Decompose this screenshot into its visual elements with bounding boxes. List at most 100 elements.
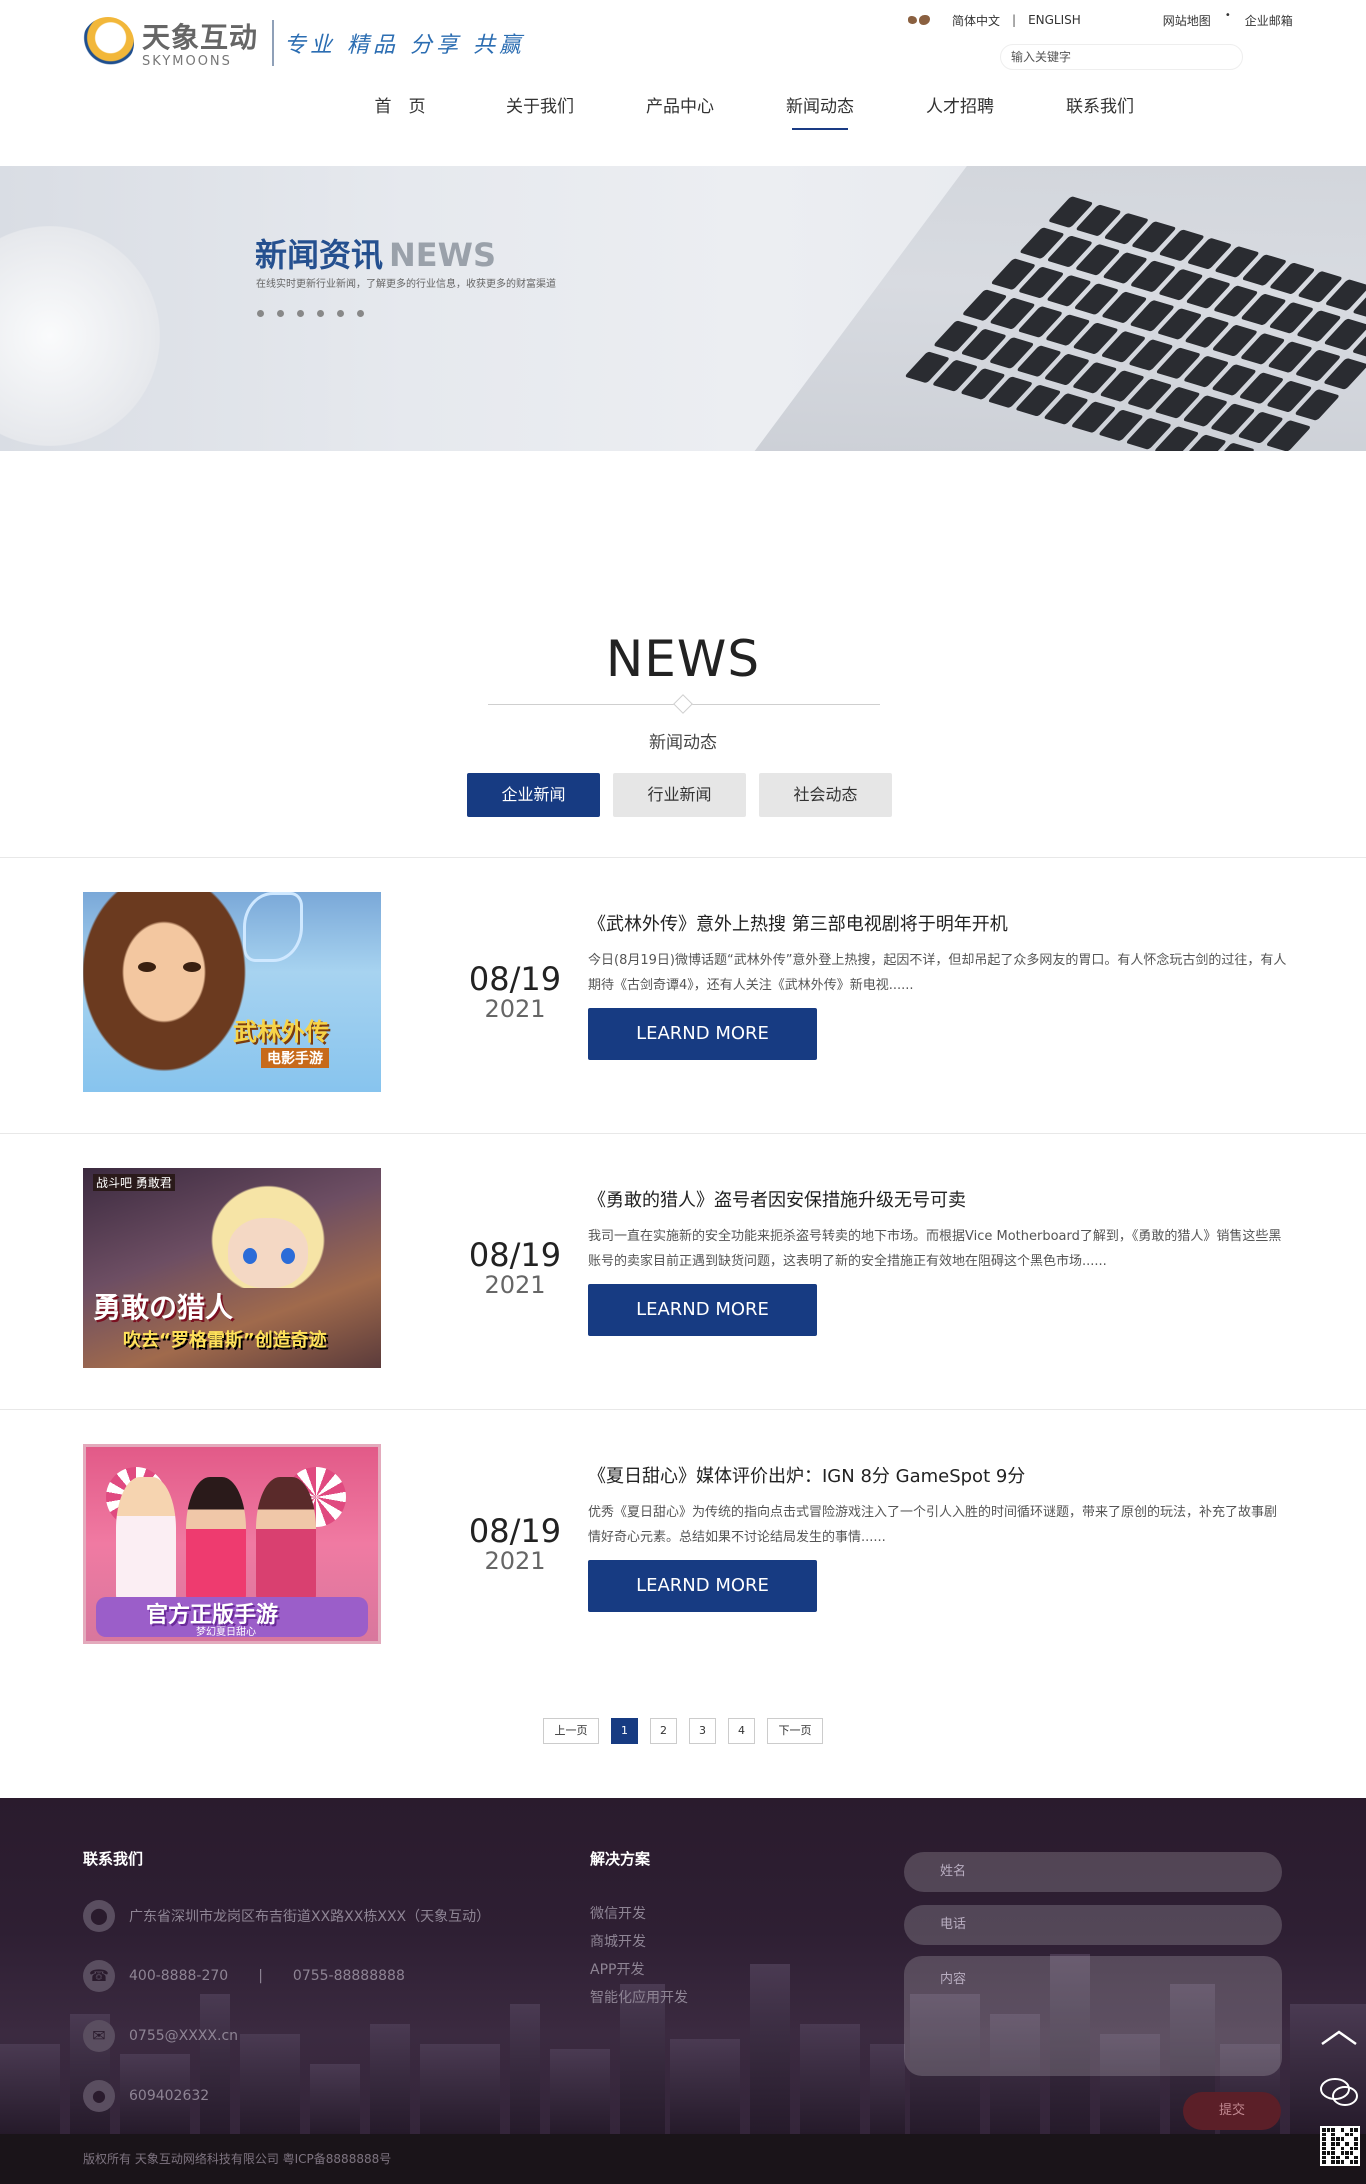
qr-cell <box>1331 2151 1335 2155</box>
pagination: 上一页 1 2 3 4 下一页 <box>543 1718 823 1744</box>
news-date-year: 2021 <box>484 995 546 1023</box>
logo-separator <box>272 19 275 66</box>
phone-field[interactable]: 电话 <box>904 1905 1282 1945</box>
logo[interactable]: 天象互动 SKYMOONS 专业 精品 分享 共赢 <box>82 16 525 69</box>
qr-cell <box>1345 2160 1349 2164</box>
page-button-3[interactable]: 3 <box>689 1718 716 1744</box>
banner-dot <box>277 310 284 317</box>
qr-cell <box>1322 2151 1326 2155</box>
character-face <box>228 1218 308 1288</box>
name-field[interactable]: 姓名 <box>904 1852 1282 1892</box>
qq-icon: ● <box>83 2080 115 2112</box>
qr-cell <box>1354 2132 1358 2137</box>
solution-link[interactable]: 智能化应用开发 <box>590 1984 688 2012</box>
banner-dot <box>337 310 344 317</box>
skyline-building <box>870 2044 905 2134</box>
skyline-building <box>200 1994 230 2134</box>
skyline-building <box>550 2049 610 2134</box>
skyline-building <box>510 2004 540 2134</box>
submit-button[interactable]: 提交 <box>1183 2092 1281 2130</box>
logo-cn: 天象互动 <box>142 21 259 54</box>
footer-solutions-title: 解决方案 <box>590 1850 651 1868</box>
qr-cell <box>1326 2128 1331 2132</box>
news-date-md: 08/19 <box>468 960 562 998</box>
qr-cell <box>1340 2141 1345 2146</box>
solution-link[interactable]: 商城开发 <box>590 1928 688 1956</box>
qr-cell <box>1340 2151 1345 2155</box>
qr-cell <box>1345 2132 1349 2137</box>
page-button-2[interactable]: 2 <box>650 1718 677 1744</box>
skyline-building <box>420 2044 500 2134</box>
prev-page-button[interactable]: 上一页 <box>543 1718 599 1744</box>
qr-cell <box>1335 2128 1340 2132</box>
header: 天象互动 SKYMOONS 专业 精品 分享 共赢 简体中文 | ENGLISH… <box>0 0 1366 166</box>
qr-cell <box>1335 2151 1340 2155</box>
skyline-building <box>240 2034 300 2134</box>
logo-en: SKYMOONS <box>142 54 232 69</box>
qr-cell <box>1322 2141 1326 2146</box>
news-thumbnail[interactable]: 官方正版手游 梦幻夏日甜心 <box>83 1444 381 1644</box>
search-input[interactable]: 输入关键字 <box>1000 44 1243 70</box>
qr-cell <box>1322 2155 1326 2160</box>
nav-item-2[interactable]: 产品中心 <box>610 92 750 132</box>
qrcode-button[interactable] <box>1320 2126 1360 2166</box>
news-thumbnail[interactable]: 武林外传 电影手游 <box>83 892 381 1092</box>
news-title[interactable]: 《勇敢的猎人》盗号者因安保措施升级无号可卖 <box>588 1186 966 1212</box>
nav-item-5[interactable]: 联系我们 <box>1030 92 1170 132</box>
news-item: 武林外传 电影手游 08/19 2021 《武林外传》意外上热搜 第三部电视剧将… <box>0 858 1366 1134</box>
news-divider-diamond <box>673 694 693 714</box>
chat-button[interactable] <box>1318 2072 1360 2114</box>
qr-cell <box>1345 2137 1349 2141</box>
skyline-building <box>750 1964 790 2134</box>
banner-subtitle: 在线实时更新行业新闻，了解更多的行业信息，收获更多的财富渠道 <box>256 279 556 290</box>
news-section-title: NEWS <box>605 630 761 688</box>
solution-link[interactable]: 微信开发 <box>590 1900 688 1928</box>
solution-link[interactable]: APP开发 <box>590 1956 688 1984</box>
qr-cell <box>1326 2132 1331 2137</box>
news-title[interactable]: 《夏日甜心》媒体评价出炉：IGN 8分 GameSpot 9分 <box>588 1462 1025 1488</box>
page-button-4[interactable]: 4 <box>728 1718 755 1744</box>
qr-cell <box>1322 2128 1326 2132</box>
mail-icon: ✉ <box>83 2020 115 2052</box>
nav-item-3[interactable]: 新闻动态 <box>750 92 890 132</box>
tab-company-news[interactable]: 企业新闻 <box>467 773 600 817</box>
banner-dot <box>297 310 304 317</box>
learn-more-button[interactable]: LEARND MORE <box>588 1560 817 1612</box>
qr-cell <box>1354 2141 1358 2146</box>
qr-cell <box>1331 2128 1335 2132</box>
footer-email[interactable]: 0755@XXXX.cn <box>129 2028 238 2044</box>
footer-qq-row: ● 609402632 <box>83 2080 209 2112</box>
character-eye <box>281 1248 295 1264</box>
banner-dot <box>257 310 264 317</box>
qr-cell <box>1345 2146 1349 2151</box>
news-title[interactable]: 《武林外传》意外上热搜 第三部电视剧将于明年开机 <box>588 910 1008 936</box>
phone-icon: ☎ <box>83 1960 115 1992</box>
sitemap-link[interactable]: 网站地图 <box>1163 12 1211 29</box>
lang-separator: | <box>1012 13 1017 27</box>
tab-social-news[interactable]: 社会动态 <box>759 773 892 817</box>
qr-cell <box>1335 2160 1340 2164</box>
learn-more-button[interactable]: LEARND MORE <box>588 1284 817 1336</box>
skyline-building <box>670 2039 740 2134</box>
back-to-top-button[interactable] <box>1318 2018 1360 2060</box>
footer-phone-1: 400-8888-270 <box>129 1968 229 1984</box>
qr-cell <box>1340 2146 1345 2151</box>
location-icon: ⬤ <box>83 1900 115 1932</box>
mail-link[interactable]: 企业邮箱 <box>1245 12 1293 29</box>
qr-cell <box>1322 2132 1326 2137</box>
news-thumbnail[interactable]: 战斗吧 勇敢君 勇敢の猎人 吹去“罗格雷斯”创造奇迹 <box>83 1168 381 1368</box>
lang-en-link[interactable]: ENGLISH <box>1028 13 1081 27</box>
footer: 联系我们 ⬤ 广东省深圳市龙岗区布吉街道XX路XX栋XXX（天象互动） ☎ 40… <box>0 1798 1366 2134</box>
qr-cell <box>1354 2137 1358 2141</box>
nav-item-1[interactable]: 关于我们 <box>470 92 610 132</box>
news-item: 官方正版手游 梦幻夏日甜心 08/19 2021 《夏日甜心》媒体评价出炉：IG… <box>0 1410 1366 1686</box>
content-field[interactable]: 内容 <box>904 1956 1282 2076</box>
thumbnail-subtitle: 电影手游 <box>261 1048 329 1068</box>
lang-cn-link[interactable]: 简体中文 <box>952 12 1000 29</box>
nav-item-0[interactable]: 首 页 <box>330 92 470 132</box>
learn-more-button[interactable]: LEARND MORE <box>588 1008 817 1060</box>
tab-industry-news[interactable]: 行业新闻 <box>613 773 746 817</box>
nav-item-4[interactable]: 人才招聘 <box>890 92 1030 132</box>
next-page-button[interactable]: 下一页 <box>767 1718 823 1744</box>
page-button-1[interactable]: 1 <box>611 1718 638 1744</box>
